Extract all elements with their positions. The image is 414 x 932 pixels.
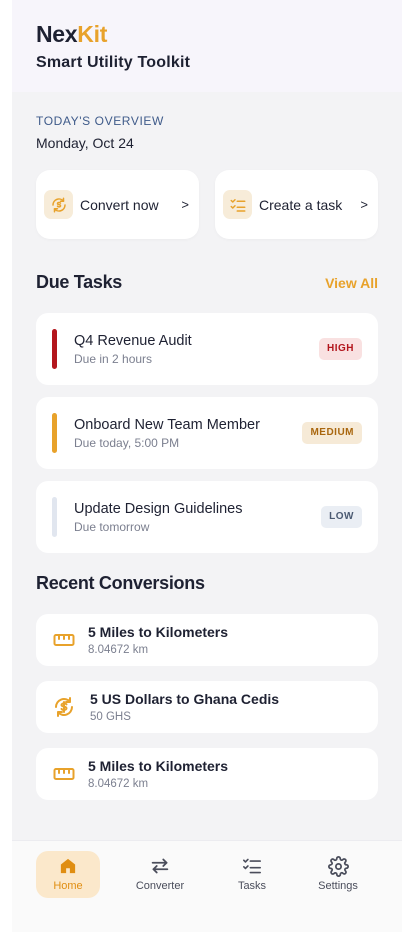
chevron-right-icon: >	[181, 197, 189, 212]
conversion-item[interactable]: 5 Miles to Kilometers 8.04672 km	[36, 614, 378, 666]
conversion-item[interactable]: 5 Miles to Kilometers 8.04672 km	[36, 748, 378, 800]
convert-icon	[44, 190, 73, 219]
logo-part-nex: Nex	[36, 21, 78, 47]
swap-arrows-icon	[150, 856, 170, 876]
nav-label: Settings	[318, 880, 358, 892]
app-logo: NexKit	[36, 21, 107, 47]
nav-item-converter[interactable]: Converter	[128, 851, 192, 898]
task-card[interactable]: Onboard New Team Member Due today, 5:00 …	[36, 397, 378, 469]
app-screen: NexKit Smart Utility Toolkit TODAY'S OVE…	[12, 0, 402, 932]
ruler-icon	[51, 761, 77, 787]
task-due: Due in 2 hours	[74, 352, 153, 366]
priority-bar-high	[52, 329, 57, 369]
checklist-icon	[223, 190, 252, 219]
create-task-button[interactable]: Create a task >	[215, 170, 378, 239]
priority-bar-low	[52, 497, 57, 537]
chevron-right-icon: >	[360, 197, 368, 212]
priority-bar-medium	[52, 413, 57, 453]
conversion-item[interactable]: 5 US Dollars to Ghana Cedis 50 GHS	[36, 681, 378, 733]
task-title: Q4 Revenue Audit	[74, 333, 192, 349]
overview-date: Monday, Oct 24	[36, 135, 134, 151]
bottom-nav: Home Converter Tasks Settings	[12, 840, 402, 932]
task-card[interactable]: Update Design Guidelines Due tomorrow LO…	[36, 481, 378, 553]
nav-item-home[interactable]: Home	[36, 851, 100, 898]
priority-badge: MEDIUM	[302, 422, 362, 444]
currency-exchange-icon	[51, 694, 77, 720]
checklist-icon	[242, 856, 262, 876]
task-due: Due tomorrow	[74, 520, 150, 534]
conversion-result: 8.04672 km	[88, 644, 149, 656]
nav-label: Home	[53, 880, 83, 892]
create-task-label: Create a task	[259, 196, 343, 213]
priority-badge: HIGH	[319, 338, 362, 360]
task-due: Due today, 5:00 PM	[74, 436, 180, 450]
task-card[interactable]: Q4 Revenue Audit Due in 2 hours HIGH	[36, 313, 378, 385]
conversion-title: 5 US Dollars to Ghana Cedis	[90, 691, 280, 707]
logo-part-kit: Kit	[77, 21, 108, 47]
conversion-result: 8.04672 km	[88, 778, 149, 790]
home-icon	[59, 856, 77, 876]
conversion-title: 5 Miles to Kilometers	[88, 624, 229, 640]
task-title: Onboard New Team Member	[74, 417, 260, 433]
task-title: Update Design Guidelines	[74, 501, 243, 517]
app-header: NexKit Smart Utility Toolkit	[12, 0, 402, 92]
app-subtitle: Smart Utility Toolkit	[36, 54, 191, 71]
recent-conversions-title: Recent Conversions	[36, 573, 205, 593]
due-tasks-title: Due Tasks	[36, 272, 123, 292]
convert-now-label: Convert now	[80, 196, 159, 213]
convert-now-button[interactable]: Convert now >	[36, 170, 199, 239]
view-all-link[interactable]: View All	[325, 275, 378, 291]
conversion-title: 5 Miles to Kilometers	[88, 758, 229, 774]
gear-icon	[327, 855, 349, 877]
conversion-result: 50 GHS	[90, 711, 131, 723]
nav-item-settings[interactable]: Settings	[306, 851, 370, 898]
nav-item-tasks[interactable]: Tasks	[220, 851, 284, 898]
overview-label: TODAY'S OVERVIEW	[36, 114, 164, 128]
nav-label: Tasks	[237, 880, 267, 892]
ruler-icon	[51, 627, 77, 653]
nav-label: Converter	[135, 880, 185, 892]
priority-badge: LOW	[321, 506, 362, 528]
